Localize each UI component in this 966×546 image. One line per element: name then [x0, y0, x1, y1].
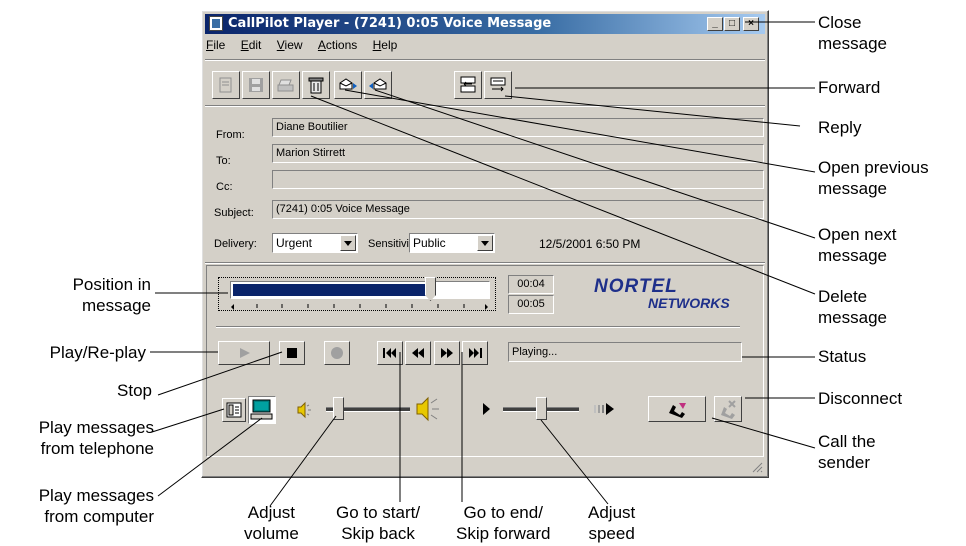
callout-text: Play messages from computer: [38, 486, 154, 526]
callout-text: Call the sender: [818, 432, 876, 472]
callout-call-sender: Call the sender: [818, 431, 876, 473]
callout-text: Go to start/ Skip back: [336, 503, 421, 543]
callout-text: Status: [818, 347, 867, 366]
callout-text: Open next message: [818, 225, 897, 265]
callout-text: Delete message: [818, 287, 887, 327]
callout-play-telephone: Play messages from telephone: [39, 417, 154, 459]
callout-text: Go to end/ Skip forward: [456, 503, 551, 543]
callout-text: Reply: [818, 118, 862, 137]
callout-text: Play messages from telephone: [38, 418, 154, 458]
callout-text: Disconnect: [818, 389, 903, 408]
callout-close-message: Close message: [818, 12, 887, 54]
callout-open-next: Open next message: [818, 224, 896, 266]
callout-position: Position in message: [73, 274, 151, 316]
callout-text: Adjust speed: [588, 503, 636, 543]
callout-delete-message: Delete message: [818, 286, 887, 328]
callout-status: Status: [818, 346, 866, 367]
callout-text: Play/Re-play: [49, 343, 146, 362]
callout-forward: Forward: [818, 77, 880, 98]
callout-disconnect: Disconnect: [818, 388, 902, 409]
callout-open-previous: Open previous message: [818, 157, 929, 199]
callout-go-start: Go to start/ Skip back: [336, 502, 420, 544]
callout-adjust-volume: Adjust volume: [244, 502, 299, 544]
callout-play: Play/Re-play: [50, 342, 146, 363]
callout-text: Position in message: [72, 275, 151, 315]
callout-adjust-speed: Adjust speed: [588, 502, 635, 544]
callout-text: Open previous message: [818, 158, 929, 198]
callout-text: Adjust volume: [244, 503, 299, 543]
callout-text: Forward: [818, 78, 881, 97]
callout-text: Close message: [818, 13, 887, 53]
callout-reply: Reply: [818, 117, 861, 138]
callout-play-computer: Play messages from computer: [39, 485, 154, 527]
callout-stop: Stop: [117, 380, 152, 401]
callout-text: Stop: [117, 381, 152, 400]
callout-go-end: Go to end/ Skip forward: [456, 502, 550, 544]
